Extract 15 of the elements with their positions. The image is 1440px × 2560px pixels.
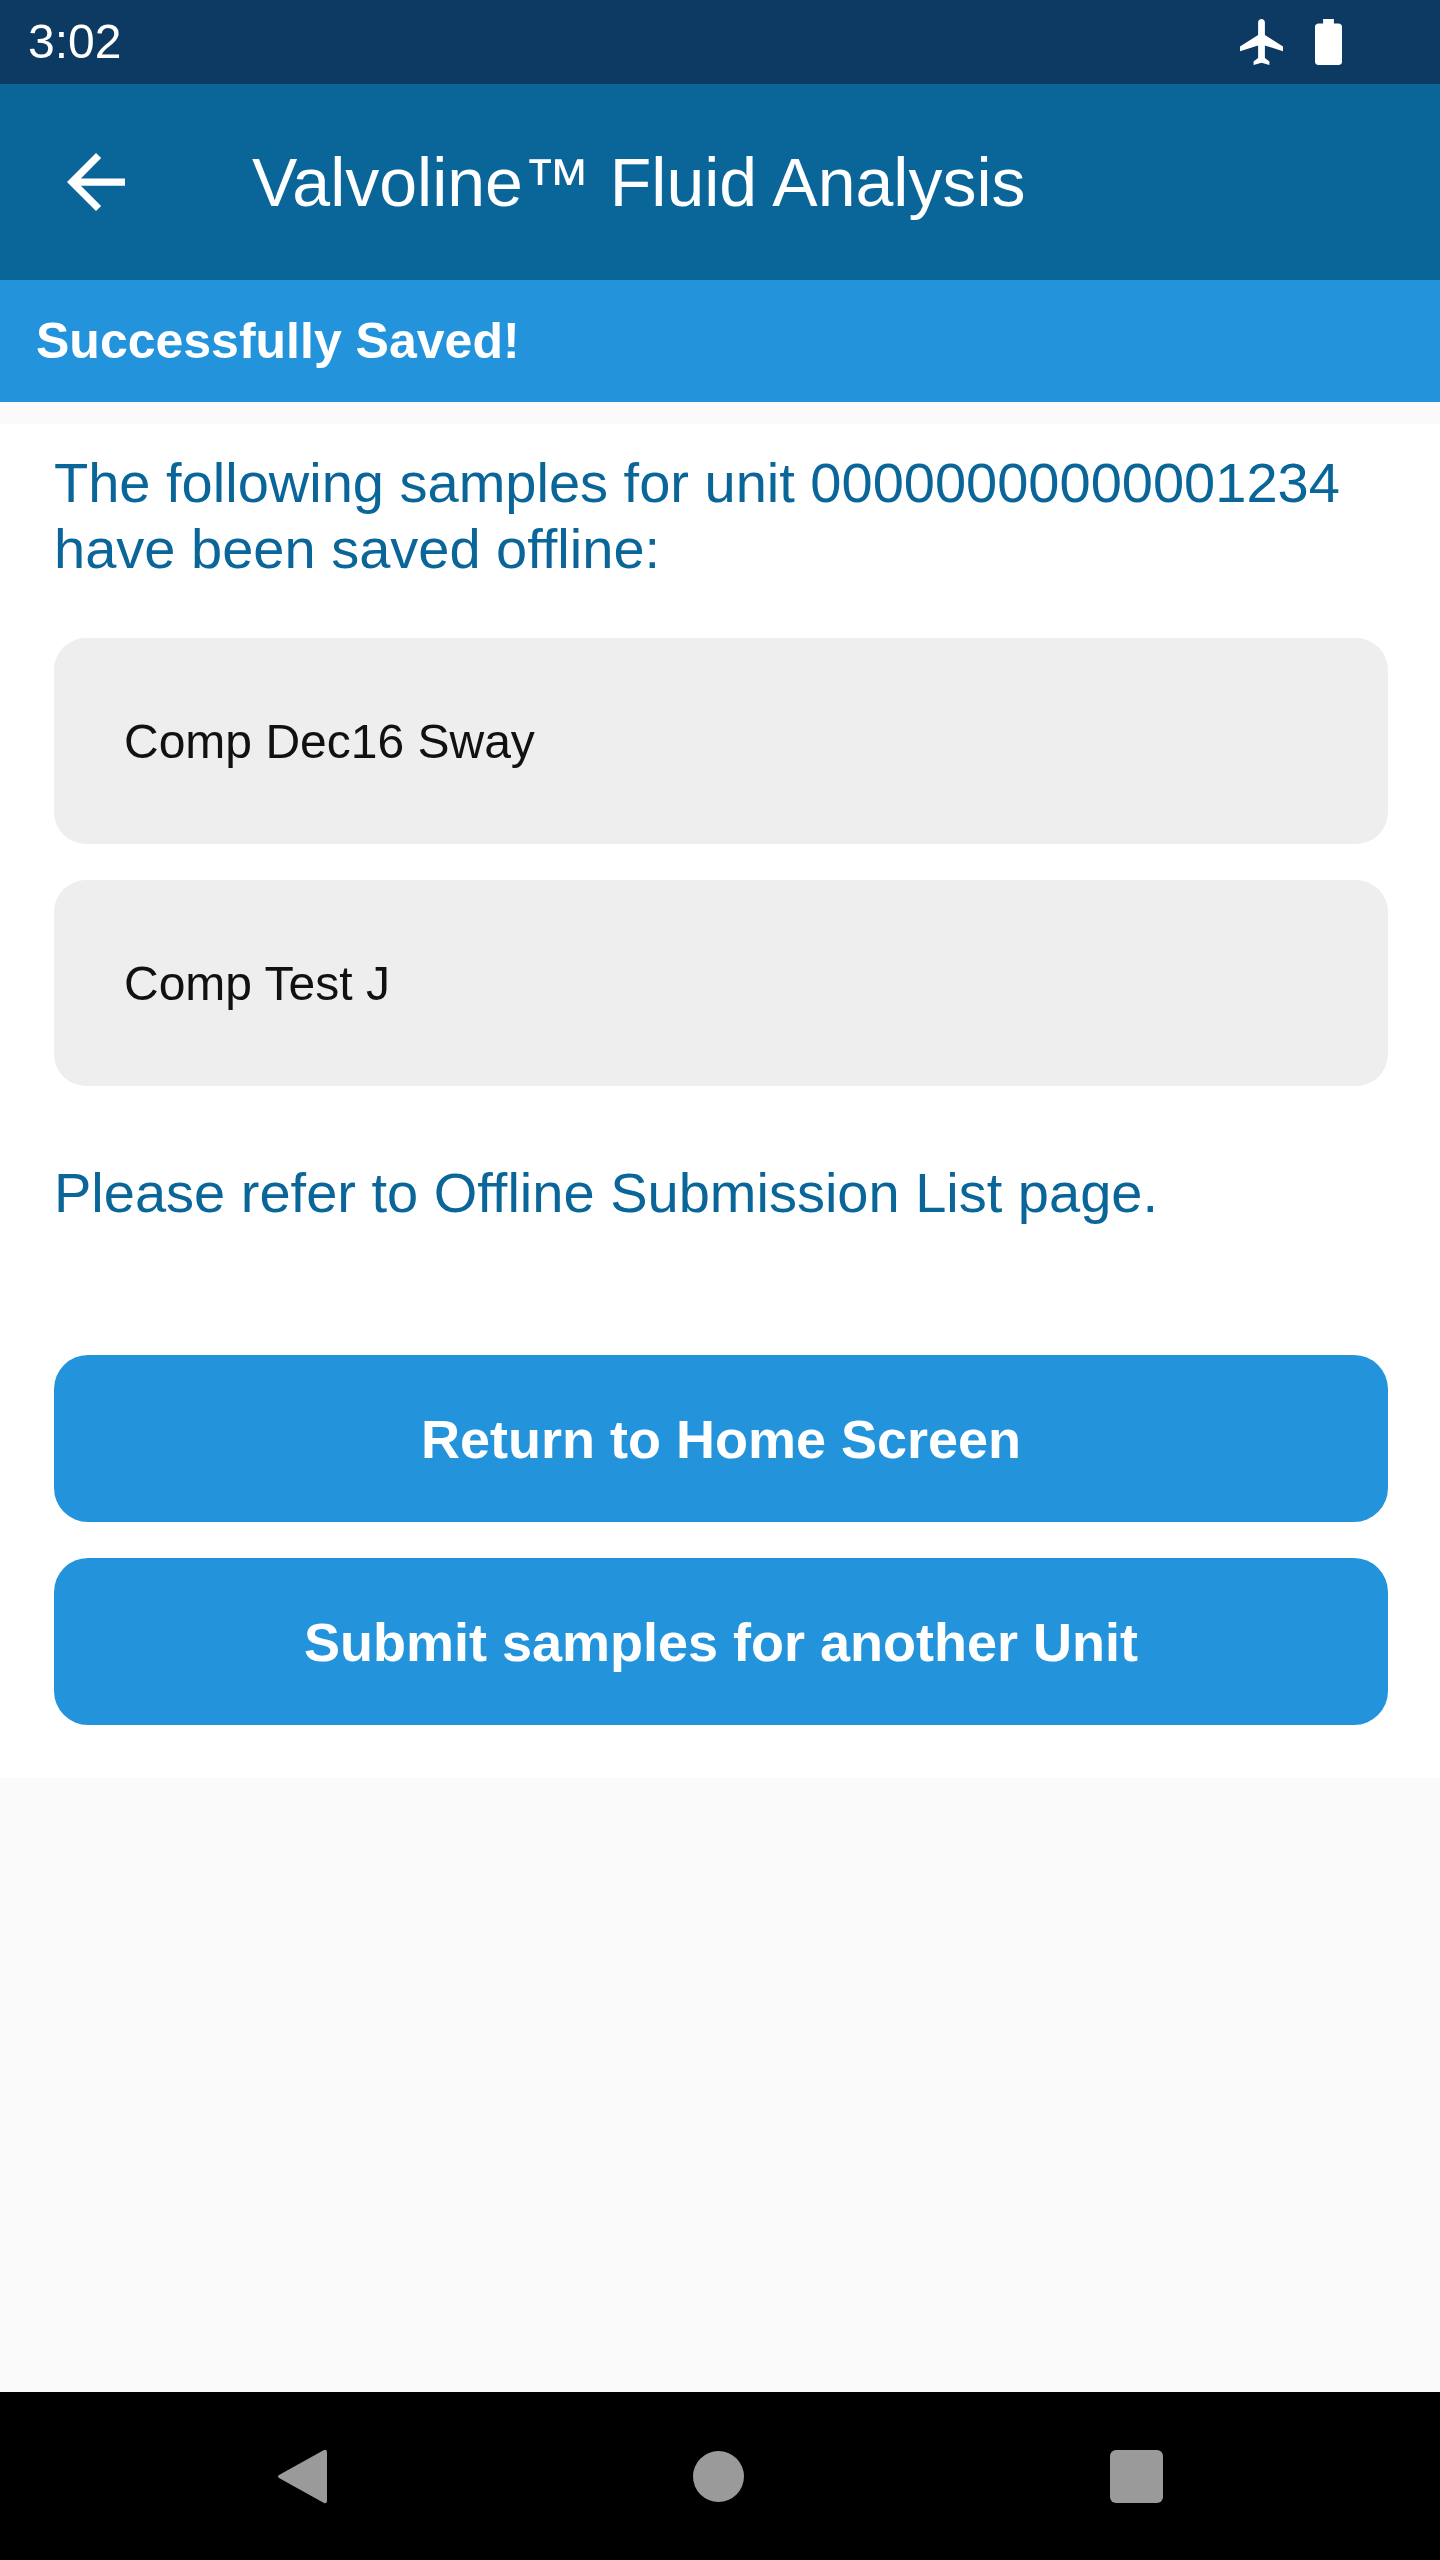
note-text: Please refer to Offline Submission List page. xyxy=(54,1160,1159,1226)
sample-card: Comp Test J xyxy=(54,880,1388,1086)
nav-back-icon[interactable] xyxy=(277,2448,327,2504)
nav-recents-icon[interactable] xyxy=(1110,2449,1163,2503)
app-title: Valvoline™ Fluid Analysis xyxy=(252,143,1026,222)
back-arrow-icon[interactable] xyxy=(67,153,125,211)
intro-text: The following samples for unit 00000000000001234 have been saved offline: xyxy=(54,450,1341,582)
action-button[interactable]: Return to Home Screen xyxy=(54,1355,1388,1522)
sample-card: Comp Dec16 Sway xyxy=(54,638,1388,844)
battery-icon xyxy=(1315,19,1342,65)
action-button[interactable]: Submit samples for another Unit xyxy=(54,1558,1388,1725)
status-time: 3:02 xyxy=(28,14,122,70)
airplane-icon xyxy=(1240,19,1283,65)
banner-message: Successfully Saved! xyxy=(36,312,520,371)
nav-home-icon[interactable] xyxy=(693,2450,744,2502)
